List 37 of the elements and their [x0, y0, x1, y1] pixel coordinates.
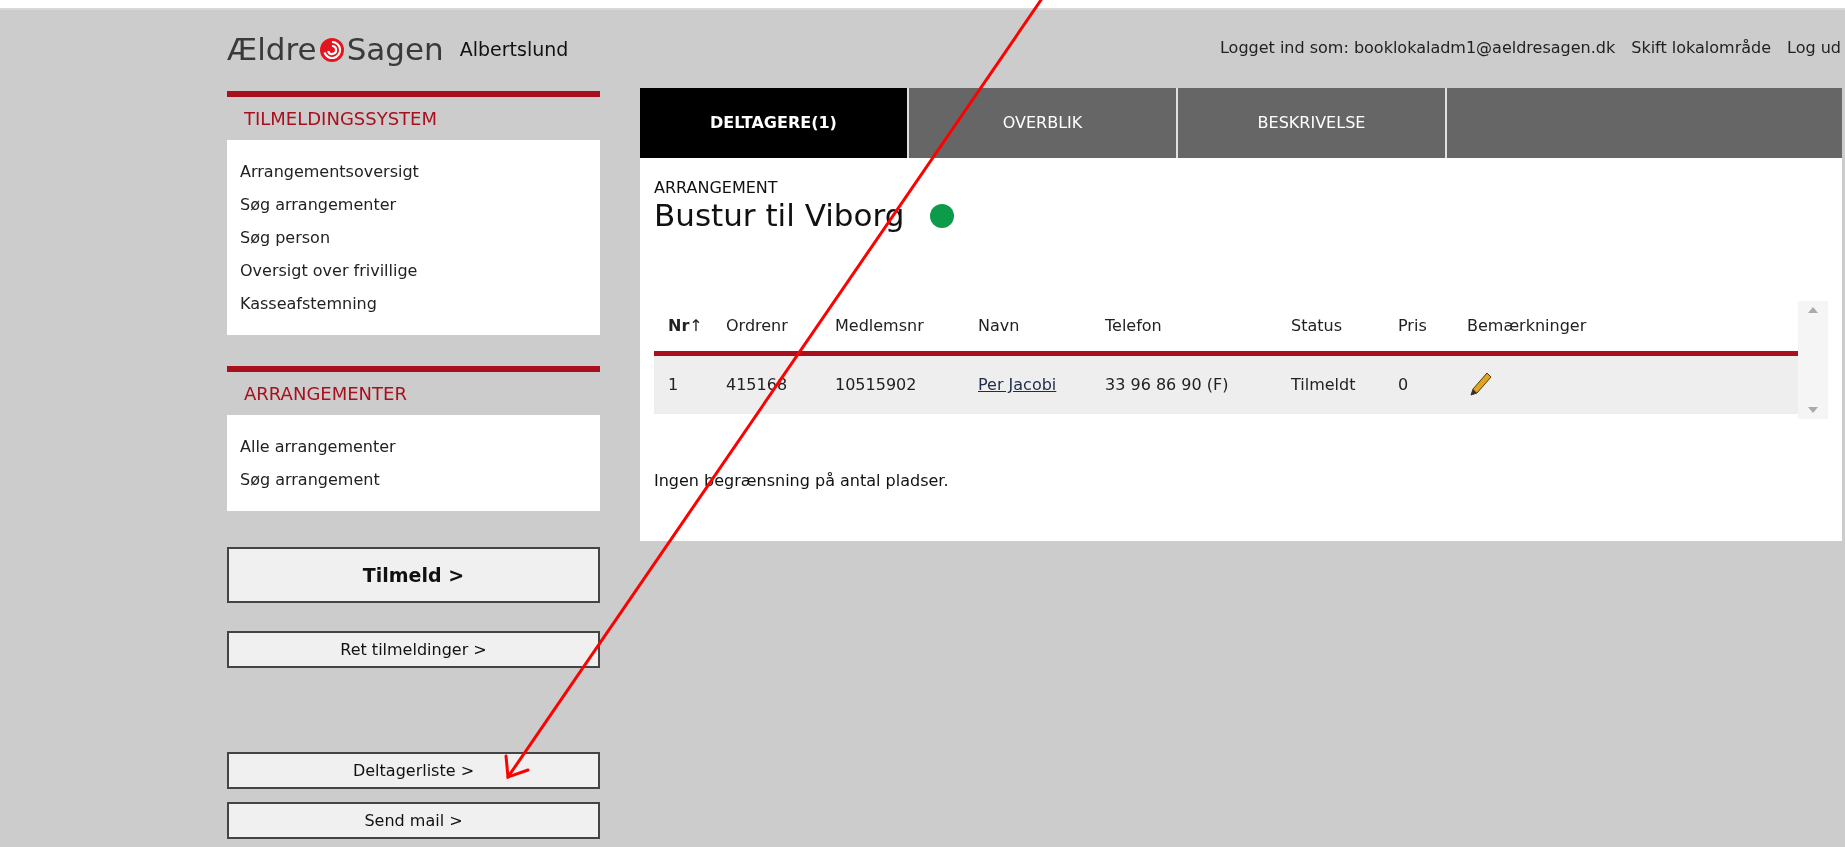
menu-link[interactable]: Alle arrangementer [240, 430, 396, 463]
column-header[interactable]: Medlemsnr [835, 314, 924, 338]
section-title: TILMELDINGSSYSTEM [243, 107, 439, 131]
column-header[interactable]: Pris [1398, 314, 1427, 338]
table-cell: 10515902 [835, 375, 917, 394]
menu-link[interactable]: Oversigt over frivillige [240, 254, 418, 287]
tab[interactable]: DELTAGERE(1) [640, 88, 909, 158]
column-header[interactable]: Navn [978, 314, 1020, 338]
column-header[interactable]: Bemærkninger [1467, 314, 1587, 338]
column-header[interactable]: Nr [668, 314, 690, 338]
menu-link[interactable]: Søg person [240, 221, 331, 254]
table-cell: 33 96 86 90 (F) [1105, 375, 1229, 394]
sidebar-button[interactable]: Tilmeld > [227, 547, 600, 603]
menu-link[interactable]: Søg arrangement [240, 463, 380, 496]
table-cell: Tilmeldt [1291, 375, 1356, 394]
logo[interactable]: Ældre Sagen [227, 34, 444, 65]
menu-link[interactable]: Arrangementsoversigt [240, 155, 419, 188]
scrollbar[interactable] [1798, 301, 1828, 419]
sidebar-button[interactable]: Ret tilmeldinger > [227, 631, 600, 668]
column-header[interactable]: Telefon [1105, 314, 1162, 338]
menu-link[interactable]: Kasseafstemning [240, 287, 377, 320]
column-header[interactable]: Status [1291, 314, 1342, 338]
name-link[interactable]: Per Jacobi [978, 375, 1057, 394]
user-info: Logget ind som: booklokaladm1@aeldresagen.dk [1219, 37, 1616, 59]
header-link[interactable]: Log ud [1787, 36, 1841, 60]
location-label: Albertslund [459, 37, 569, 62]
section-title: ARRANGEMENTER [243, 382, 408, 406]
event-label: ARRANGEMENT [654, 180, 778, 196]
sidebar-button[interactable]: Send mail > [227, 802, 600, 839]
header-link[interactable]: Skift lokalområde [1631, 36, 1772, 60]
column-header[interactable]: Ordrenr [726, 314, 788, 338]
menu-link[interactable]: Søg arrangementer [240, 188, 397, 221]
pencil-icon[interactable] [1467, 371, 1493, 399]
table-cell: 0 [1398, 375, 1409, 394]
sidebar-button[interactable]: Deltagerliste > [227, 752, 600, 789]
sort-indicator[interactable]: ↑ [689, 314, 703, 338]
table-cell: 1 [668, 375, 679, 394]
